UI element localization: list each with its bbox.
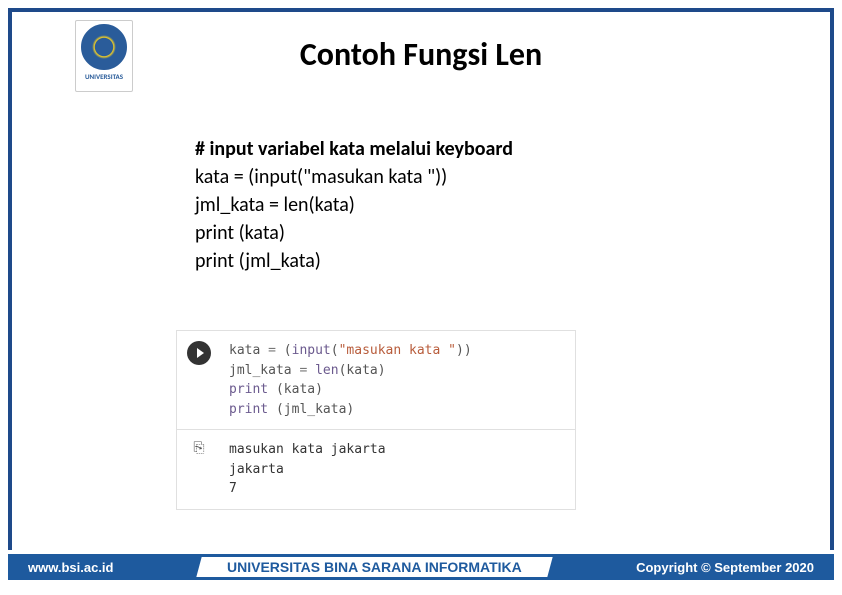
code-paren: ( xyxy=(284,343,292,358)
code-paren: ( xyxy=(331,343,339,358)
code-row-1: kata = (input("masukan kata ")) xyxy=(229,341,567,361)
code-fn: len xyxy=(315,363,338,378)
code-arg: kata xyxy=(346,363,377,378)
code-fn: print xyxy=(229,382,268,397)
code-paren: ( xyxy=(276,382,284,397)
code-cell: kata = (input("masukan kata ")) jml_kata… xyxy=(176,330,576,510)
code-line-4: print (kata) xyxy=(195,219,513,247)
code-input-row: kata = (input("masukan kata ")) jml_kata… xyxy=(177,331,575,430)
code-output-row: ⎘ masukan kata jakarta jakarta 7 xyxy=(177,430,575,509)
footer-copyright: Copyright © September 2020 xyxy=(636,560,814,575)
code-var: jml_kata xyxy=(229,363,292,378)
code-line-3: jml_kata = len(kata) xyxy=(195,191,513,219)
code-row-2: jml_kata = len(kata) xyxy=(229,361,567,381)
code-row-3: print (kata) xyxy=(229,380,567,400)
output-line-3: 7 xyxy=(229,479,567,499)
run-gutter[interactable] xyxy=(177,331,221,429)
code-paren: )) xyxy=(456,343,472,358)
output-line-1: masukan kata jakarta xyxy=(229,440,567,460)
code-paren: ) xyxy=(315,382,323,397)
output-gutter: ⎘ xyxy=(177,430,221,509)
code-fn: input xyxy=(292,343,331,358)
code-input: kata = (input("masukan kata ")) jml_kata… xyxy=(221,331,575,429)
code-comment: # input variabel kata melalui keyboard xyxy=(195,135,513,163)
code-sp xyxy=(268,402,276,417)
footer: www.bsi.ac.id UNIVERSITAS BINA SARANA IN… xyxy=(8,554,834,580)
border-right xyxy=(830,8,834,550)
code-paren: ) xyxy=(378,363,386,378)
border-left xyxy=(8,8,12,550)
code-eq: = xyxy=(260,343,283,358)
footer-institution-text: UNIVERSITAS BINA SARANA INFORMATIKA xyxy=(227,559,522,575)
code-paren: ) xyxy=(346,402,354,417)
output-line-2: jakarta xyxy=(229,460,567,480)
code-arg: kata xyxy=(284,382,315,397)
code-str: "masukan kata " xyxy=(339,343,456,358)
code-var: kata xyxy=(229,343,260,358)
output-arrow-icon: ⎘ xyxy=(193,440,204,456)
play-triangle-icon xyxy=(197,348,204,358)
slide-title: Contoh Fungsi Len xyxy=(0,35,842,74)
footer-url: www.bsi.ac.id xyxy=(28,560,113,575)
code-eq: = xyxy=(292,363,315,378)
code-output: masukan kata jakarta jakarta 7 xyxy=(221,430,575,509)
code-line-5: print (jml_kata) xyxy=(195,247,513,275)
code-fn: print xyxy=(229,402,268,417)
code-arg: jml_kata xyxy=(284,402,347,417)
border-top xyxy=(8,8,834,12)
code-line-2: kata = (input("masukan kata ")) xyxy=(195,163,513,191)
footer-institution: UNIVERSITAS BINA SARANA INFORMATIKA xyxy=(197,557,553,577)
code-sp xyxy=(268,382,276,397)
play-icon[interactable] xyxy=(187,341,211,365)
code-row-4: print (jml_kata) xyxy=(229,400,567,420)
content-block: # input variabel kata melalui keyboard k… xyxy=(195,135,513,275)
code-paren: ( xyxy=(276,402,284,417)
